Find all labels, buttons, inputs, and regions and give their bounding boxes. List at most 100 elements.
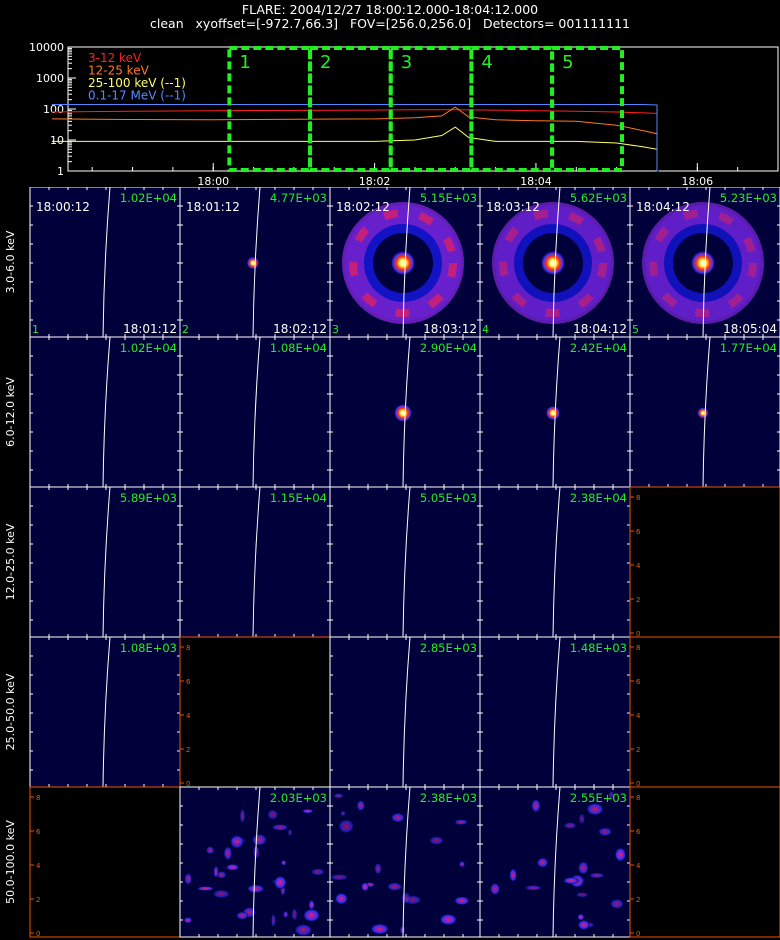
noise-blob [459,861,465,868]
panel-start-time: 18:03:12 [486,200,540,214]
imaging-parameters: clean xyoffset=[-972.7,66.3] FOV=[256.0,… [150,16,630,31]
panel-max-value: 5.23E+03 [720,191,777,205]
panel-y-tick-label: 8 [186,644,190,652]
panel-start-time: 18:01:12 [186,200,240,214]
panel-end-time: 18:04:12 [573,322,627,336]
noise-blob [391,812,405,823]
noise-blob [338,819,354,834]
point-source [246,256,260,270]
panel-max-value: 1.02E+04 [120,341,177,355]
noise-blob [340,810,346,817]
empty-panel-frame [629,636,780,788]
noise-blob [531,799,541,813]
noise-blob [184,873,192,885]
noise-blob [330,874,348,881]
panel-interval-number: 2 [182,323,189,336]
panel-max-value: 2.42E+04 [570,341,627,355]
energy-band-label: 3.0-6.0 keV [4,230,17,293]
empty-panel-frame [29,786,181,938]
noise-blob [213,889,230,898]
noise-blob [274,875,287,890]
panel-end-time: 18:03:12 [423,322,477,336]
panel-end-time: 18:02:12 [273,322,327,336]
noise-blob [578,861,589,875]
panel-y-tick-label: 2 [636,746,640,754]
panel-y-tick-label: 6 [636,828,641,836]
noise-blob [361,882,369,892]
interval-label: 1 [239,52,250,73]
point-source [546,406,560,420]
panel-max-value: 2.85E+03 [420,641,477,655]
panel-y-tick-label: 8 [36,794,40,802]
panel-max-value: 5.05E+03 [420,491,477,505]
noise-blob [578,813,585,824]
empty-panel-frame [629,486,780,638]
panel-interval-number: 3 [332,323,339,336]
noise-blob [525,885,542,891]
noise-blob [454,819,468,825]
noise-blob [236,911,249,920]
panel-y-tick-label: 0 [36,930,40,938]
noise-blob [217,871,227,879]
panel-y-tick-label: 4 [636,562,641,570]
legend-entry: 0.1-17 MeV (--1) [88,89,186,103]
panel-end-time: 18:01:12 [123,322,177,336]
panel-y-tick-label: 0 [636,930,640,938]
noise-blob [577,919,590,930]
panel-max-value: 5.15E+03 [420,191,477,205]
empty-panel-frame [629,786,780,938]
noise-blob [598,827,612,836]
energy-band-label: 50.0-100.0 keV [4,820,17,904]
noise-blob [283,911,289,918]
noise-blob [213,865,219,878]
noise-blob [281,860,286,866]
interval-label: 5 [562,52,573,73]
lightcurve-frame [67,46,779,172]
y-tick-label: 1000 [36,72,64,85]
noise-blob [333,793,344,799]
image-grid: 3.0-6.0 keV 1.02E+04 18:00:12 18:01:12 1 4.77… [4,187,780,938]
noise-blob [291,908,298,921]
panel-max-value: 5.62E+03 [570,191,627,205]
panel-start-time: 18:00:12 [36,200,90,214]
panel-interval-number: 5 [632,323,639,336]
noise-blob [197,886,214,891]
empty-panel-frame [179,636,331,788]
panel-start-time: 18:04:12 [636,200,690,214]
panel-max-value: 1.48E+03 [570,641,627,655]
interval-label: 3 [401,52,412,73]
noise-blob [230,835,244,849]
noise-blob [387,882,403,891]
noise-blob [429,836,444,845]
panel-y-tick-label: 2 [186,746,190,754]
noise-blob [575,892,589,898]
panel-max-value: 1.15E+04 [270,491,327,505]
panel-y-tick-label: 6 [186,678,191,686]
plot-header: FLARE: 2004/12/27 18:00:12.000-18:04:12.… [0,0,780,34]
noise-blob [287,829,293,836]
panel-y-tick-label: 6 [636,528,641,536]
panel-y-tick-label: 2 [636,596,640,604]
noise-blob [183,917,193,924]
noise-blob [239,808,246,823]
energy-band-label: 6.0-12.0 keV [4,377,17,447]
panel-y-tick-label: 4 [636,712,641,720]
y-tick-label: 10000 [29,41,64,54]
noise-blob [335,893,348,905]
noise-blob [302,809,314,814]
series-line-3 [51,126,659,172]
noise-blob [615,847,626,862]
panel-y-tick-label: 4 [186,712,191,720]
panel-max-value: 5.89E+03 [120,491,177,505]
energy-band-label: 25.0-50.0 keV [4,673,17,750]
noise-blob [439,914,457,925]
point-source [394,404,412,422]
noise-blob [610,899,624,909]
panel-y-tick-label: 6 [636,678,641,686]
panel-max-value: 2.38E+04 [570,491,627,505]
noise-blob [308,900,315,910]
panel-y-tick-label: 6 [36,828,41,836]
panel-y-tick-label: 4 [636,862,641,870]
bright-source [391,251,415,275]
noise-blob [563,877,579,884]
